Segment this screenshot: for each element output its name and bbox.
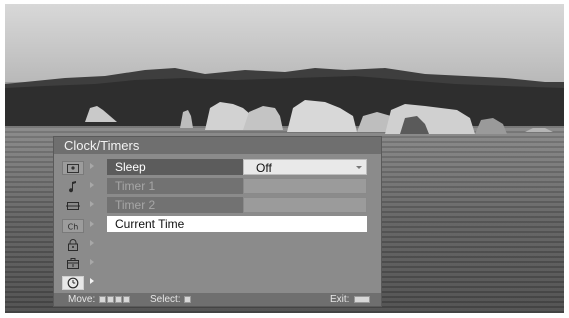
chevron-right-icon <box>90 201 94 208</box>
dpad-arrows-icon <box>98 294 131 305</box>
chevron-right-icon <box>90 163 94 169</box>
category-sound[interactable] <box>60 178 98 197</box>
move-hint: Move: <box>68 293 131 306</box>
exit-label: Exit: <box>330 294 350 305</box>
setup-icon <box>62 257 84 271</box>
chevron-right-icon <box>90 258 94 265</box>
category-clock[interactable] <box>60 274 98 293</box>
sound-icon <box>62 180 84 194</box>
menu-item-sleep[interactable]: Sleep Off <box>107 159 367 175</box>
chevron-right-icon <box>90 220 94 227</box>
menu-item-label: Current Time <box>107 216 367 232</box>
chevron-right-icon <box>90 182 94 189</box>
channel-icon: Ch <box>62 218 84 233</box>
clock-timers-menu: Clock/Timers Ch Sleep Off Timer 1 Timer … <box>53 136 382 307</box>
category-parental-lock[interactable] <box>60 236 98 255</box>
category-picture[interactable] <box>60 159 98 178</box>
category-channel[interactable]: Ch <box>60 217 98 236</box>
menu-item-current-time[interactable]: Current Time <box>107 216 367 232</box>
timer-1-value <box>243 178 367 194</box>
enter-button-icon <box>183 294 192 305</box>
menu-items: Sleep Off Timer 1 Timer 2 Current Time <box>107 159 367 235</box>
sleep-value: Off <box>256 161 272 175</box>
screen-icon <box>62 199 84 213</box>
sleep-value-select[interactable]: Off <box>243 159 367 175</box>
exit-hint: Exit: <box>330 293 371 306</box>
category-icon-list: Ch <box>60 159 98 293</box>
menu-button-icon <box>352 294 371 305</box>
menu-item-timer-1[interactable]: Timer 1 <box>107 178 367 194</box>
select-hint: Select: <box>150 293 192 306</box>
chevron-down-icon <box>356 166 362 169</box>
timer-2-value <box>243 197 367 213</box>
chevron-right-icon <box>90 239 94 246</box>
chevron-right-icon <box>90 278 94 285</box>
category-setup[interactable] <box>60 255 98 274</box>
menu-item-label: Timer 1 <box>107 178 243 194</box>
clock-icon <box>62 276 84 291</box>
select-label: Select: <box>150 294 181 305</box>
category-screen[interactable] <box>60 197 98 216</box>
move-label: Move: <box>68 294 96 305</box>
menu-footer-hints: Move: Select: Exit: <box>54 293 381 306</box>
menu-title: Clock/Timers <box>54 137 381 154</box>
menu-item-label: Timer 2 <box>107 197 243 213</box>
menu-item-label: Sleep <box>107 159 243 175</box>
coastline-island <box>5 68 564 134</box>
menu-item-timer-2[interactable]: Timer 2 <box>107 197 367 213</box>
parental-lock-icon <box>62 238 84 252</box>
picture-icon <box>62 161 84 175</box>
svg-text:Ch: Ch <box>68 222 79 231</box>
